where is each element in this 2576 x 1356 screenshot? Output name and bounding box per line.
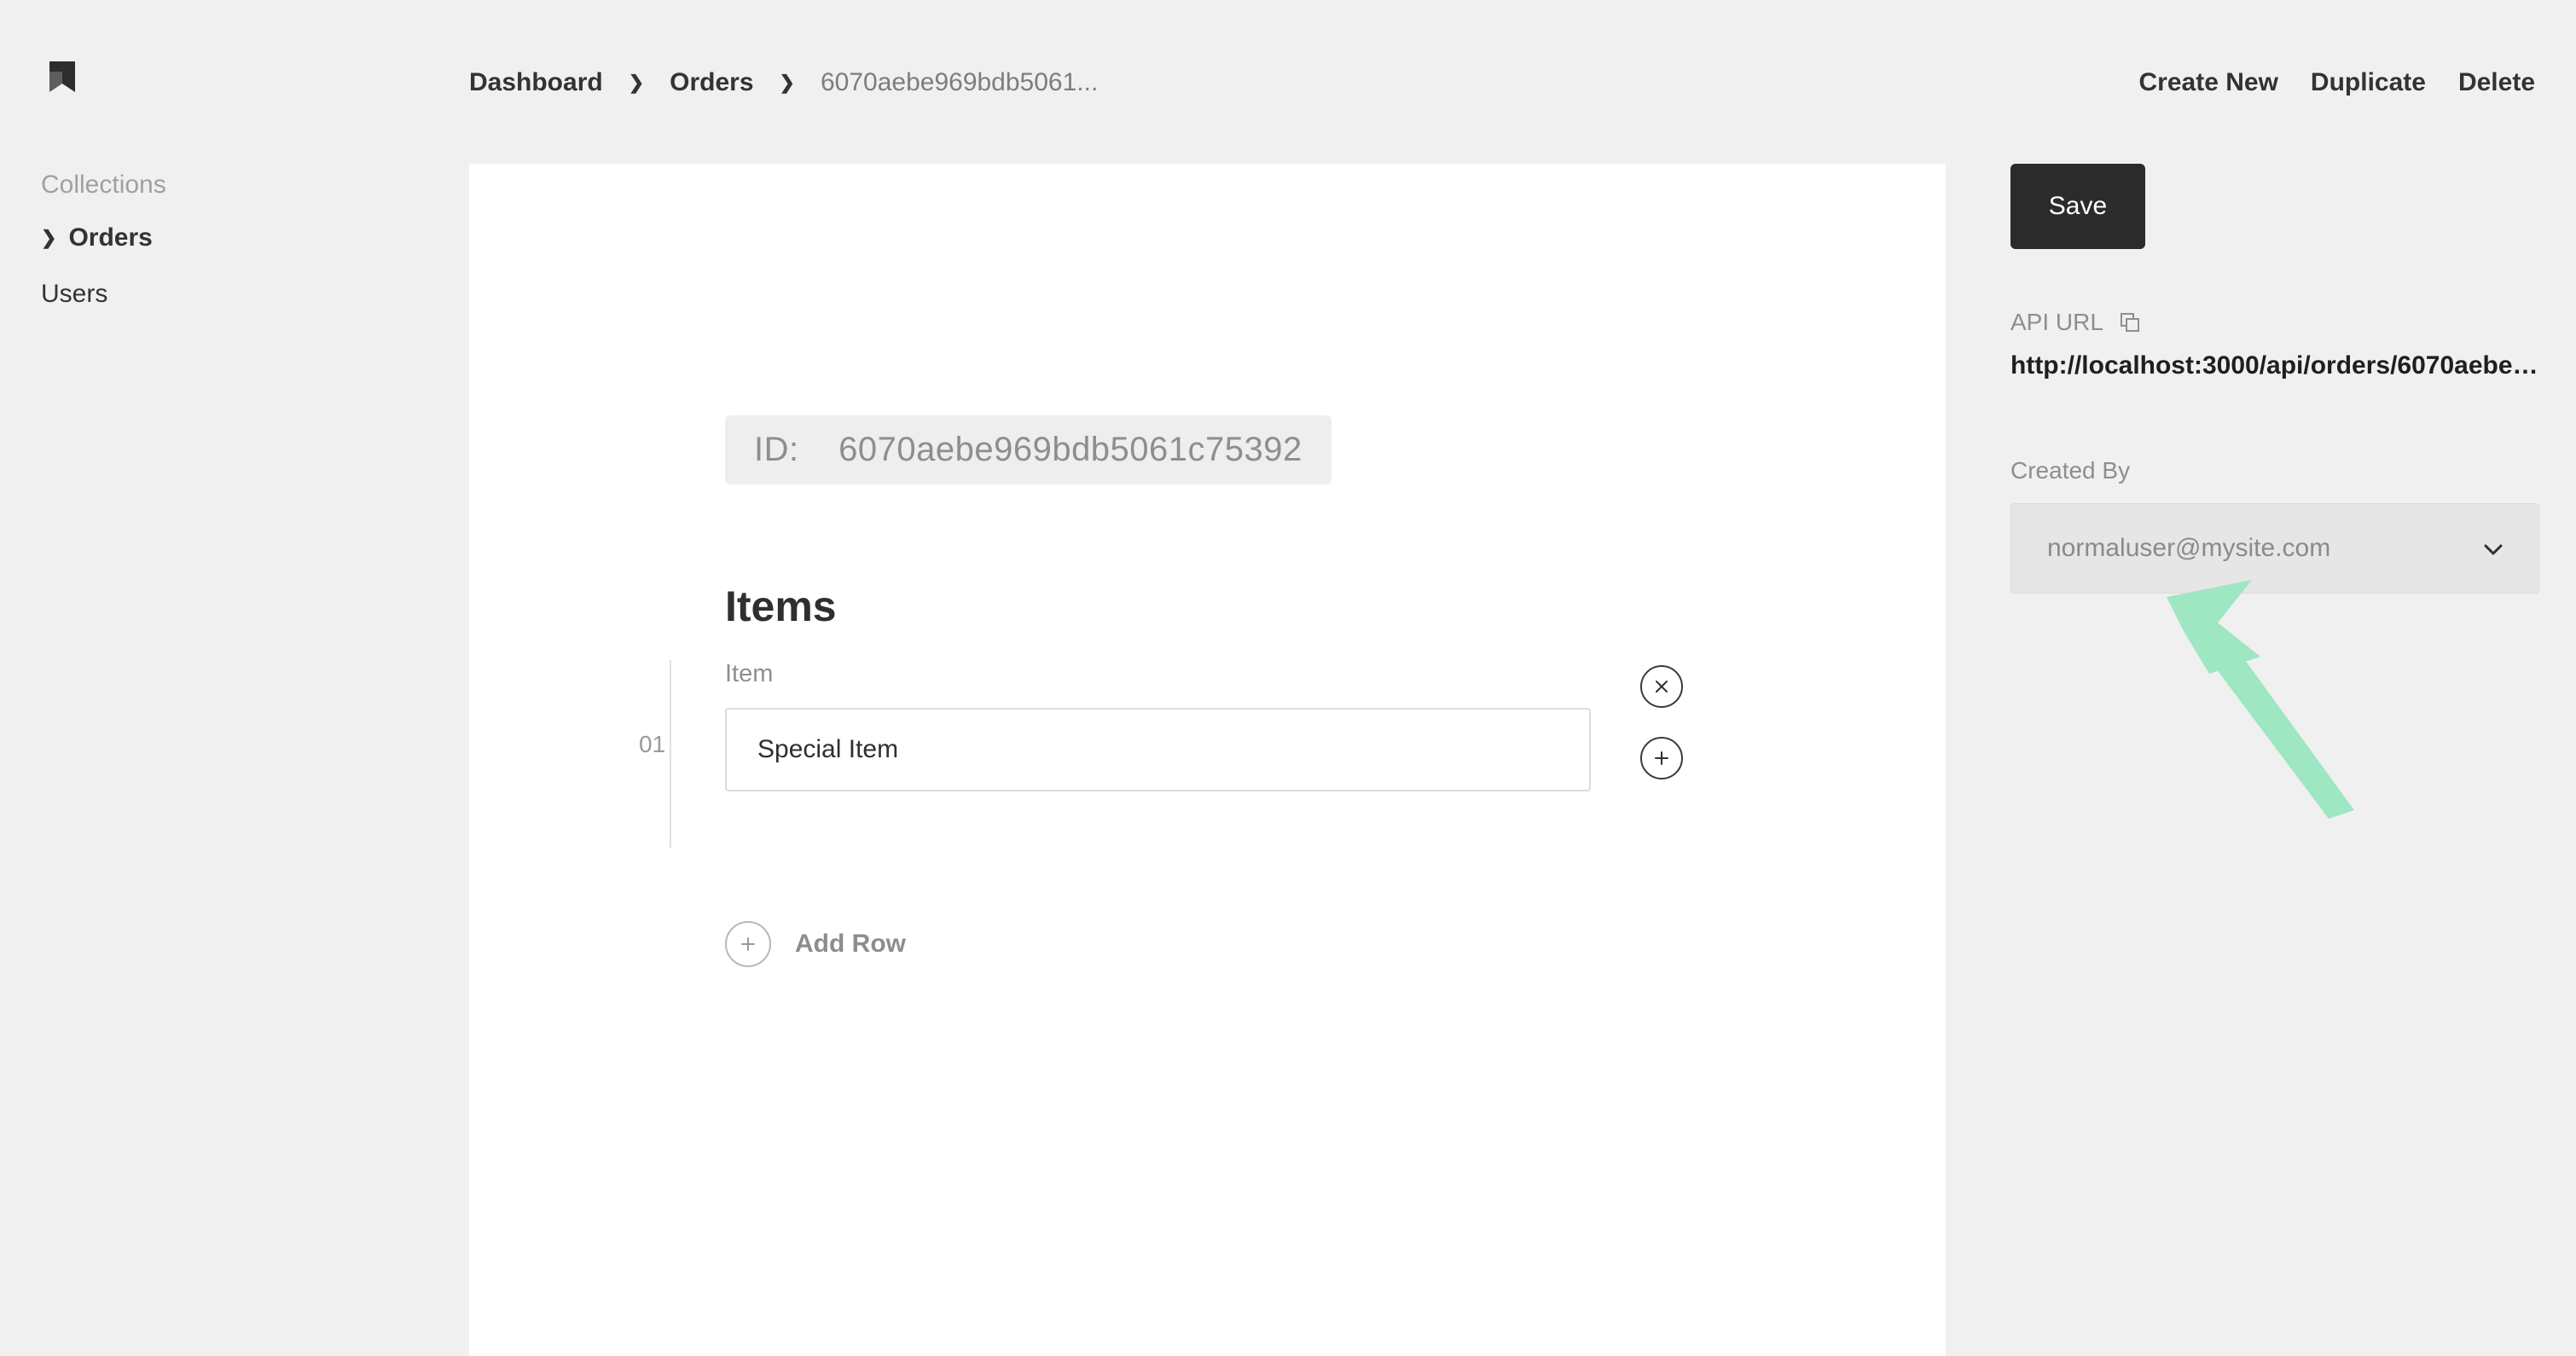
api-url-label: API URL [2010,309,2103,336]
breadcrumb-orders[interactable]: Orders [670,68,753,97]
row-index: 01 [639,731,665,758]
breadcrumb: Dashboard ❯ Orders ❯ 6070aebe969bdb5061.… [469,68,1098,97]
plus-icon [739,935,757,953]
chevron-down-icon [2484,534,2503,563]
id-label: ID: [754,431,799,468]
created-by-value: normaluser@mysite.com [2047,534,2330,563]
sidebar-item-users[interactable]: Users [41,280,382,309]
sidebar-item-orders[interactable]: ❯ Orders [41,223,382,252]
app-logo[interactable] [41,55,85,99]
document-id-pill: ID: 6070aebe969bdb5061c75392 [725,415,1332,484]
close-icon [1654,679,1669,694]
chevron-right-icon: ❯ [41,229,56,247]
add-row-label: Add Row [795,930,906,959]
id-value: 6070aebe969bdb5061c75392 [838,431,1303,468]
item-input-value: Special Item [757,735,898,764]
created-by-select[interactable]: normaluser@mysite.com [2010,503,2539,594]
copy-icon[interactable] [2119,311,2141,333]
document-card: ID: 6070aebe969bdb5061c75392 Items 01 It… [469,164,1946,1356]
save-button-label: Save [2049,192,2107,221]
duplicate-link[interactable]: Duplicate [2311,68,2426,97]
annotation-arrow [2158,571,2380,833]
created-by-label: Created By [2010,457,2539,484]
items-heading: Items [725,582,837,631]
add-row-inline-button[interactable] [1640,737,1683,779]
plus-icon [1653,750,1670,767]
remove-row-button[interactable] [1640,665,1683,708]
breadcrumb-current: 6070aebe969bdb5061... [821,68,1098,97]
create-new-link[interactable]: Create New [2139,68,2278,97]
item-field-label: Item [725,660,773,688]
sidebar-heading: Collections [41,171,382,200]
sidebar-item-label: Users [41,280,107,309]
chevron-right-icon: ❯ [780,72,795,94]
item-input[interactable]: Special Item [725,708,1591,791]
sidebar-item-label: Orders [68,223,152,252]
api-url-value: http://localhost:3000/api/orders/6070aeb… [2010,351,2539,380]
save-button[interactable]: Save [2010,164,2145,249]
breadcrumb-dashboard[interactable]: Dashboard [469,68,603,97]
chevron-right-icon: ❯ [629,72,644,94]
row-border [670,660,671,848]
add-row-button[interactable]: Add Row [725,921,906,967]
delete-link[interactable]: Delete [2458,68,2535,97]
